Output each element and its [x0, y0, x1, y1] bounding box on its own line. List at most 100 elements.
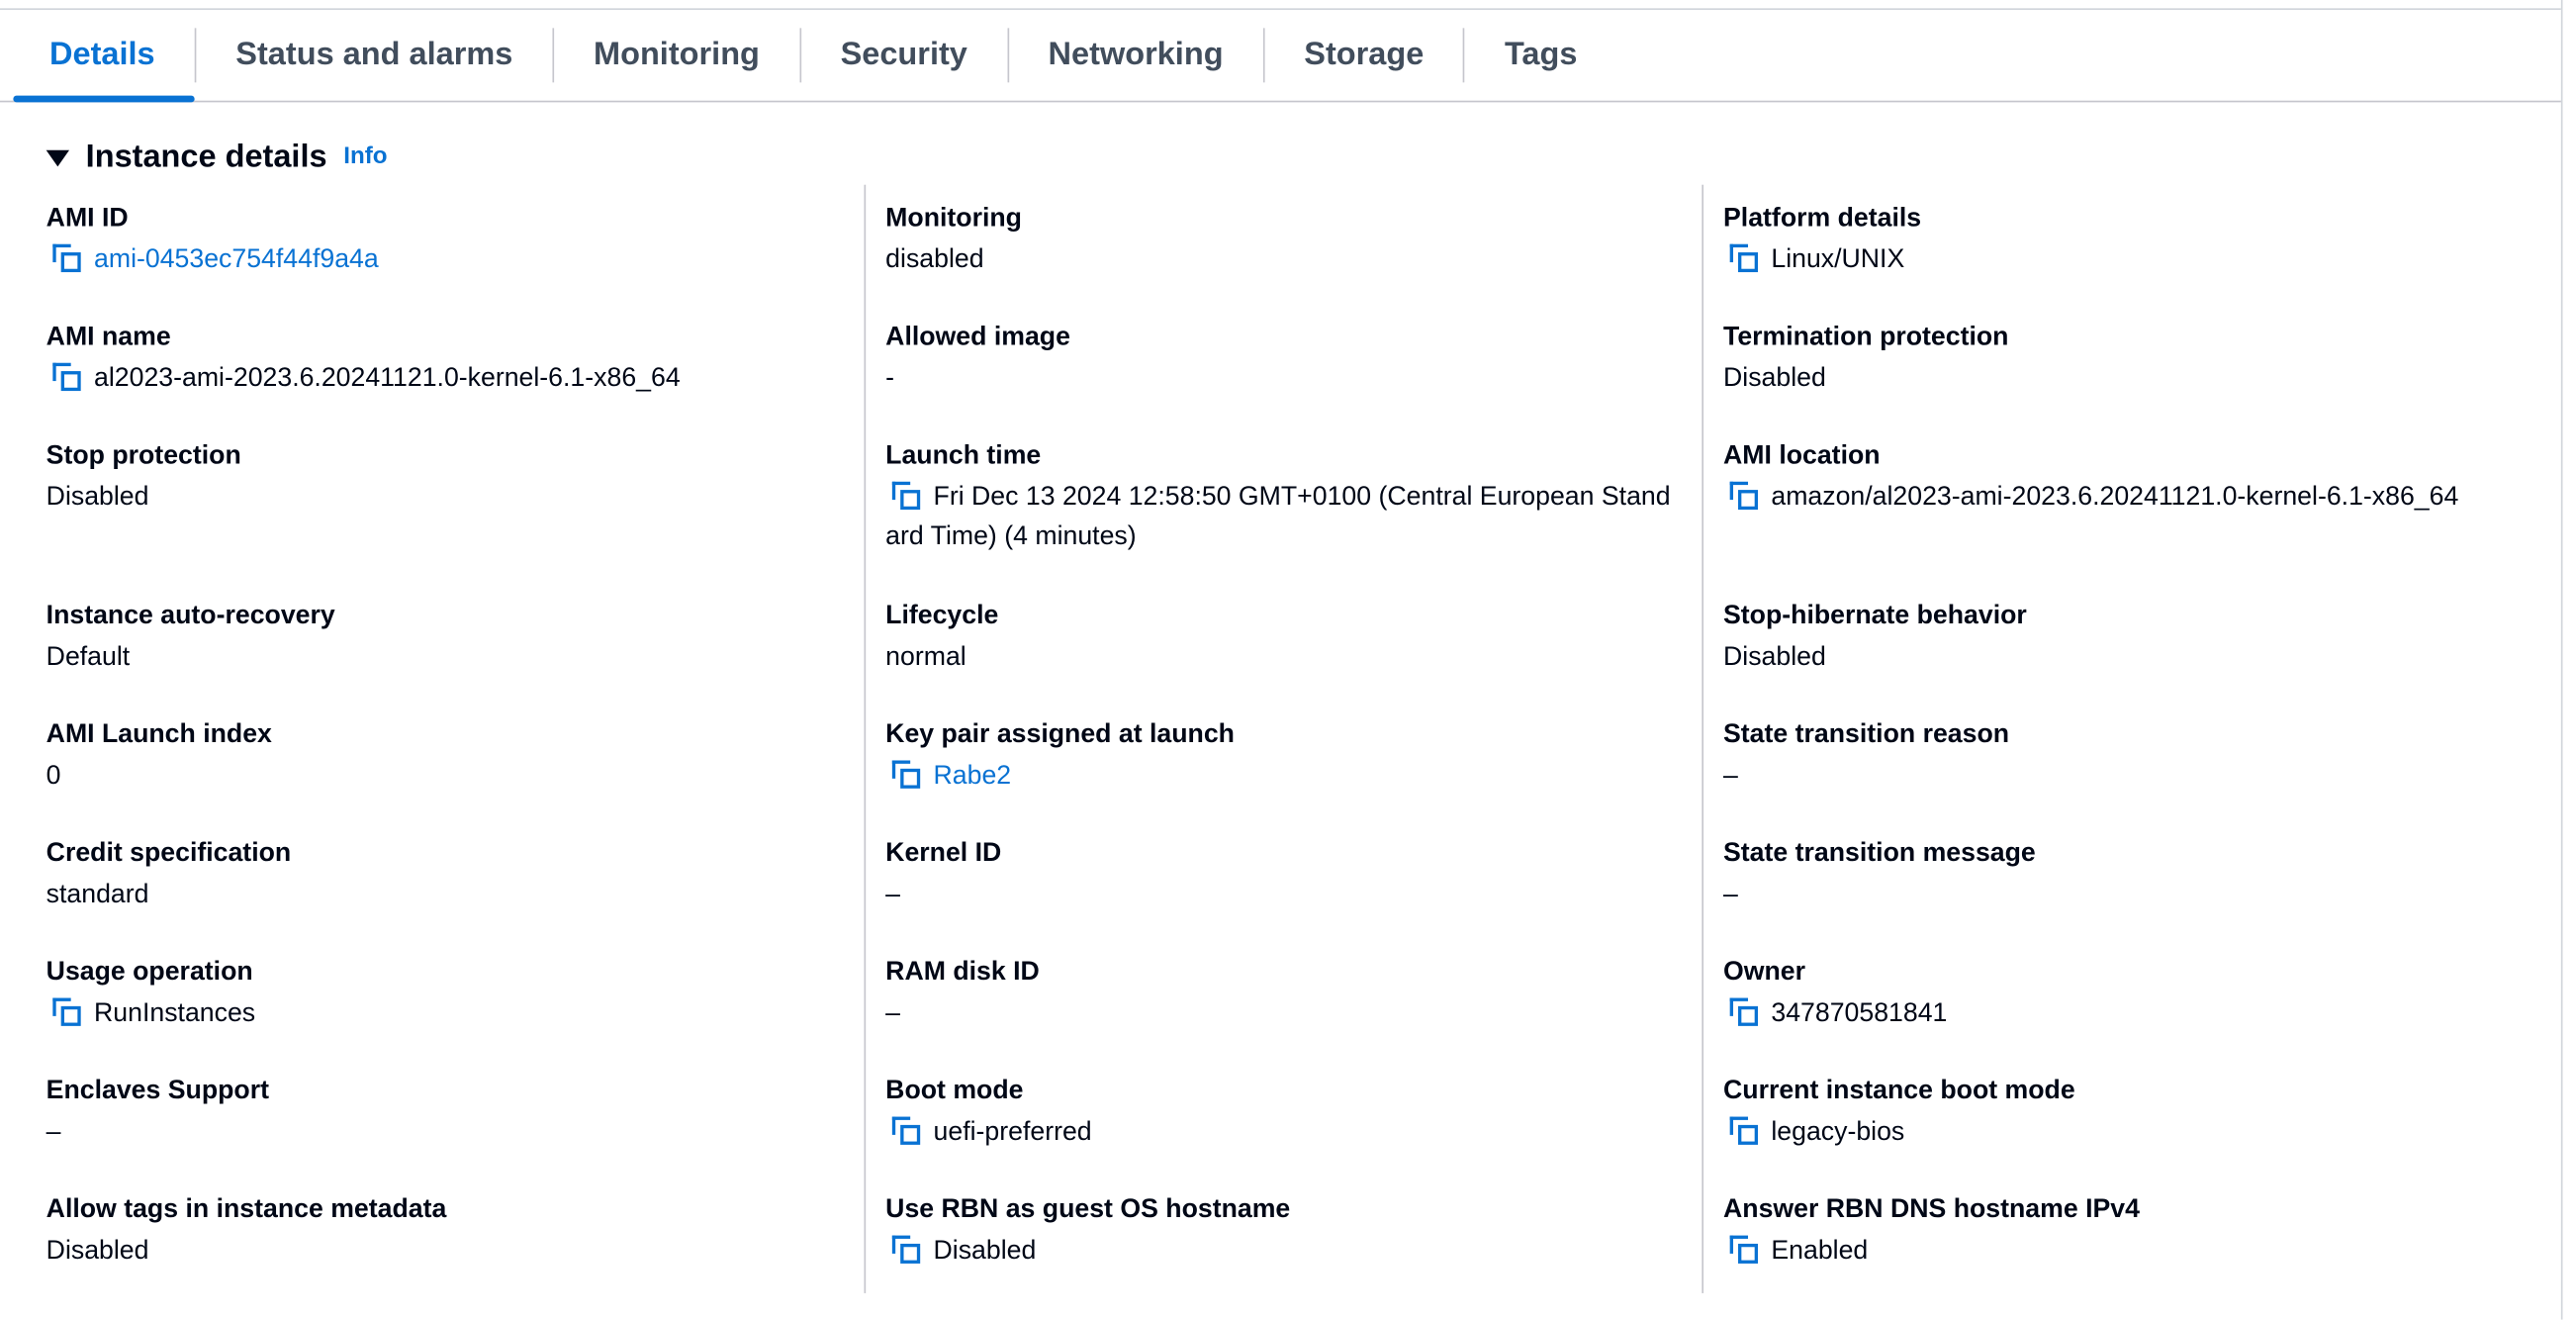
copy-icon[interactable] [1729, 1235, 1759, 1264]
field-enclaves-support: Enclaves Support – [46, 1074, 838, 1153]
field-label: AMI Launch index [46, 720, 272, 749]
field-launch-time: Launch time Fri Dec 13 2024 12:58:50 GMT+… [885, 438, 1675, 557]
field-usage-operation: Usage operation RunInstances [46, 955, 838, 1034]
copy-icon[interactable] [1729, 243, 1759, 273]
caret-down-icon[interactable] [46, 149, 70, 167]
field-value: Default [46, 643, 131, 672]
field-label: Stop protection [46, 441, 241, 471]
field-label: Platform details [1723, 204, 1922, 234]
field-current-instance-boot-mode: Current instance boot mode legacy-bios [1723, 1074, 2513, 1153]
copy-icon-front [900, 490, 921, 511]
field-ami-location: AMI location amazon/al2023-ami-2023.6.202… [1723, 438, 2513, 518]
details-column-2: Monitoring disabled Allowed image - Launch t… [864, 184, 1690, 1293]
field-label: Allow tags in instance metadata [46, 1195, 447, 1224]
field-stop-protection: Stop protection Disabled [46, 438, 838, 518]
field-label: Boot mode [885, 1077, 1024, 1105]
copy-icon[interactable] [891, 1116, 921, 1145]
field-value: normal [885, 643, 966, 672]
field-value: Disabled [46, 483, 149, 512]
info-link[interactable]: Info [343, 143, 387, 170]
tab-tags[interactable]: Tags [1465, 10, 1616, 101]
field-value: standard [46, 881, 149, 909]
copy-icon[interactable] [891, 1235, 921, 1264]
instance-details-panel: Details Status and alarms Monitoring Sec… [0, 0, 2576, 1320]
details-column-1: AMI ID ami-0453ec754f44f9a4a AMI name al202… [46, 185, 838, 1293]
field-key-pair-assigned-at-launch: Key pair assigned at launch Rabe2 [885, 717, 1675, 797]
field-ami-id: AMI ID ami-0453ec754f44f9a4a [46, 201, 838, 280]
field-value: – [46, 1118, 61, 1147]
field-state-transition-reason: State transition reason – [1723, 717, 2513, 797]
field-value: RunInstances [94, 999, 256, 1028]
field-value-row: Default [46, 638, 838, 678]
copy-icon[interactable] [52, 997, 81, 1026]
field-label: RAM disk ID [885, 958, 1040, 987]
field-value-row: legacy-bios [1723, 1113, 2513, 1153]
field-value-row: – [1723, 757, 2513, 797]
field-value-row: 347870581841 [1723, 994, 2513, 1034]
field-value-row: normal [885, 638, 1675, 678]
field-value-row: ami-0453ec754f44f9a4a [46, 240, 838, 280]
field-lifecycle: Lifecycle normal [885, 599, 1675, 678]
field-value: disabled [885, 245, 984, 274]
field-value-row: al2023-ami-2023.6.20241121.0-kernel-6.1-… [46, 359, 838, 399]
copy-icon[interactable] [891, 760, 921, 789]
tab-details[interactable]: Details [13, 10, 195, 103]
tab-security[interactable]: Security [801, 10, 1007, 101]
copy-icon[interactable] [891, 481, 921, 511]
copy-icon[interactable] [52, 243, 81, 273]
field-value: Enabled [1771, 1237, 1869, 1266]
field-label: Kernel ID [885, 839, 1002, 868]
field-value: 347870581841 [1771, 999, 1948, 1028]
field-value-row: Enabled [1723, 1232, 2513, 1272]
field-label: Usage operation [46, 958, 253, 987]
field-value: 0 [46, 762, 61, 791]
tab-status-and-alarms[interactable]: Status and alarms [196, 10, 552, 101]
field-stop-hibernate-behavior: Stop-hibernate behavior Disabled [1723, 599, 2513, 678]
copy-icon-front [900, 1243, 921, 1264]
field-value-row: Disabled [885, 1232, 1675, 1272]
field-value-row: RunInstances [46, 994, 838, 1034]
field-label: State transition reason [1723, 720, 2010, 749]
field-value-row: Linux/UNIX [1723, 240, 2513, 280]
field-allowed-image: Allowed image - [885, 320, 1675, 399]
field-value: – [1723, 762, 1738, 791]
copy-icon[interactable] [1729, 481, 1759, 511]
section-title[interactable]: Instance details [86, 138, 327, 175]
field-value: Fri Dec 13 2024 12:58:50 GMT+0100 (Centr… [885, 483, 1671, 551]
tab-bar: Details Status and alarms Monitoring Sec… [0, 8, 2561, 103]
field-value-link[interactable]: ami-0453ec754f44f9a4a [94, 245, 379, 273]
copy-icon[interactable] [1729, 997, 1759, 1026]
tab-storage[interactable]: Storage [1264, 10, 1463, 101]
field-value-link[interactable]: Rabe2 [934, 762, 1012, 790]
field-label: Answer RBN DNS hostname IPv4 [1723, 1195, 2140, 1224]
tab-networking[interactable]: Networking [1009, 10, 1263, 101]
field-value-row: Rabe2 [885, 757, 1675, 797]
field-value-row: Disabled [1723, 359, 2513, 399]
field-value-row: Disabled [1723, 638, 2513, 678]
copy-icon-front [900, 768, 921, 789]
copy-icon[interactable] [52, 362, 81, 392]
copy-icon[interactable] [1729, 1116, 1759, 1145]
copy-icon-front [1738, 1005, 1759, 1026]
field-value-row: - [885, 359, 1675, 399]
field-value: – [885, 881, 901, 909]
field-label: Key pair assigned at launch [885, 720, 1235, 749]
field-value-row: standard [46, 876, 838, 915]
field-value: Disabled [933, 1237, 1037, 1266]
field-ami-launch-index: AMI Launch index 0 [46, 717, 838, 797]
field-label: Lifecycle [885, 602, 999, 630]
field-value-row: amazon/al2023-ami-2023.6.20241121.0-kern… [1723, 478, 2513, 518]
field-ram-disk-id: RAM disk ID – [885, 955, 1675, 1034]
tab-monitoring[interactable]: Monitoring [554, 10, 799, 101]
section-header: Instance details Info [46, 136, 388, 178]
field-label: Instance auto-recovery [46, 602, 335, 630]
field-value-row: Disabled [46, 478, 838, 518]
field-label: Enclaves Support [46, 1077, 269, 1105]
field-label: Use RBN as guest OS hostname [885, 1195, 1291, 1224]
field-state-transition-message: State transition message – [1723, 836, 2513, 915]
field-label: AMI ID [46, 204, 129, 234]
field-value: legacy-bios [1771, 1118, 1905, 1147]
field-ami-name: AMI name al2023-ami-2023.6.20241121.0-ker… [46, 320, 838, 399]
field-answer-rbn-dns-hostname-ipv4: Answer RBN DNS hostname IPv4 Enabled [1723, 1192, 2513, 1272]
field-value: Linux/UNIX [1771, 245, 1905, 274]
